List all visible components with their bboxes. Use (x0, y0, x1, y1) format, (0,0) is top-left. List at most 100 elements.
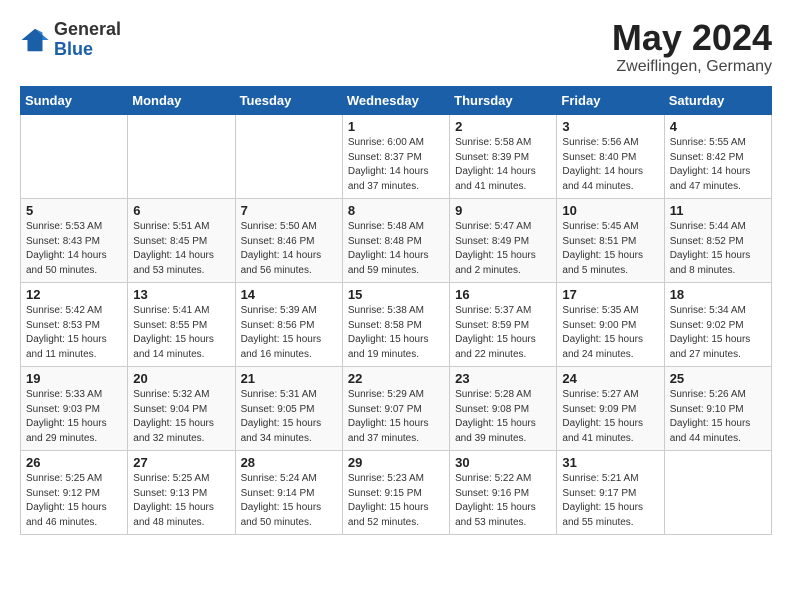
page-header: General Blue May 2024 Zweiflingen, Germa… (20, 20, 772, 76)
header-thursday: Thursday (450, 87, 557, 115)
calendar-cell: 3 Sunrise: 5:56 AM Sunset: 8:40 PM Daylig… (557, 115, 664, 199)
calendar-header-row: Sunday Monday Tuesday Wednesday Thursday… (21, 87, 772, 115)
day-number: 24 (562, 371, 658, 386)
day-info: Sunrise: 5:56 AM Sunset: 8:40 PM Dayligh… (562, 136, 658, 194)
header-monday: Monday (128, 87, 235, 115)
calendar-cell: 22Sunrise: 5:29 AM Sunset: 9:07 PM Dayli… (342, 367, 449, 451)
day-number: 20 (133, 371, 229, 386)
header-tuesday: Tuesday (235, 87, 342, 115)
logo-blue-text: Blue (54, 40, 121, 60)
day-info: Sunrise: 5:28 AM Sunset: 9:08 PM Dayligh… (455, 388, 551, 446)
logo-general-text: General (54, 20, 121, 40)
calendar-cell (235, 115, 342, 199)
header-friday: Friday (557, 87, 664, 115)
day-info: Sunrise: 5:41 AM Sunset: 8:55 PM Dayligh… (133, 304, 229, 362)
day-info: Sunrise: 5:21 AM Sunset: 9:17 PM Dayligh… (562, 472, 658, 530)
calendar-cell: 14 Sunrise: 5:39 AM Sunset: 8:56 PM Dayli… (235, 283, 342, 367)
day-info: Sunrise: 5:25 AM Sunset: 9:12 PM Dayligh… (26, 472, 122, 530)
calendar-cell (664, 451, 771, 535)
day-number: 18 (670, 287, 766, 302)
day-number: 30 (455, 455, 551, 470)
calendar-cell: 4 Sunrise: 5:55 AM Sunset: 8:42 PM Daylig… (664, 115, 771, 199)
day-info: Sunrise: 5:34 AM Sunset: 9:02 PM Dayligh… (670, 304, 766, 362)
calendar-cell: 16 Sunrise: 5:37 AM Sunset: 8:59 PM Dayli… (450, 283, 557, 367)
day-number: 25 (670, 371, 766, 386)
day-info: Sunrise: 5:51 AM Sunset: 8:45 PM Dayligh… (133, 220, 229, 278)
day-number: 16 (455, 287, 551, 302)
day-number: 28 (241, 455, 337, 470)
day-number: 4 (670, 119, 766, 134)
calendar-cell: 15 Sunrise: 5:38 AM Sunset: 8:58 PM Dayli… (342, 283, 449, 367)
calendar-cell: 21Sunrise: 5:31 AM Sunset: 9:05 PM Dayli… (235, 367, 342, 451)
day-number: 19 (26, 371, 122, 386)
calendar-cell: 23 Sunrise: 5:28 AM Sunset: 9:08 PM Dayli… (450, 367, 557, 451)
calendar-table: Sunday Monday Tuesday Wednesday Thursday… (20, 86, 772, 535)
day-number: 8 (348, 203, 444, 218)
day-number: 15 (348, 287, 444, 302)
day-info: Sunrise: 5:22 AM Sunset: 9:16 PM Dayligh… (455, 472, 551, 530)
calendar-cell: 28Sunrise: 5:24 AM Sunset: 9:14 PM Dayli… (235, 451, 342, 535)
day-info: Sunrise: 5:26 AM Sunset: 9:10 PM Dayligh… (670, 388, 766, 446)
day-info: Sunrise: 5:48 AM Sunset: 8:48 PM Dayligh… (348, 220, 444, 278)
calendar-cell: 31 Sunrise: 5:21 AM Sunset: 9:17 PM Dayli… (557, 451, 664, 535)
day-number: 5 (26, 203, 122, 218)
day-info: Sunrise: 5:25 AM Sunset: 9:13 PM Dayligh… (133, 472, 229, 530)
header-sunday: Sunday (21, 87, 128, 115)
day-info: Sunrise: 5:23 AM Sunset: 9:15 PM Dayligh… (348, 472, 444, 530)
day-info: Sunrise: 6:00 AM Sunset: 8:37 PM Dayligh… (348, 136, 444, 194)
day-info: Sunrise: 5:33 AM Sunset: 9:03 PM Dayligh… (26, 388, 122, 446)
calendar-cell: 24 Sunrise: 5:27 AM Sunset: 9:09 PM Dayli… (557, 367, 664, 451)
day-number: 9 (455, 203, 551, 218)
calendar-cell: 7 Sunrise: 5:50 AM Sunset: 8:46 PM Daylig… (235, 199, 342, 283)
day-number: 31 (562, 455, 658, 470)
logo: General Blue (20, 20, 121, 60)
day-info: Sunrise: 5:39 AM Sunset: 8:56 PM Dayligh… (241, 304, 337, 362)
calendar-cell: 19 Sunrise: 5:33 AM Sunset: 9:03 PM Dayli… (21, 367, 128, 451)
location-subtitle: Zweiflingen, Germany (612, 58, 772, 76)
day-number: 12 (26, 287, 122, 302)
day-info: Sunrise: 5:27 AM Sunset: 9:09 PM Dayligh… (562, 388, 658, 446)
day-number: 2 (455, 119, 551, 134)
day-info: Sunrise: 5:55 AM Sunset: 8:42 PM Dayligh… (670, 136, 766, 194)
header-saturday: Saturday (664, 87, 771, 115)
calendar-cell: 29 Sunrise: 5:23 AM Sunset: 9:15 PM Dayli… (342, 451, 449, 535)
calendar-cell (21, 115, 128, 199)
day-number: 14 (241, 287, 337, 302)
day-number: 27 (133, 455, 229, 470)
calendar-week-1: 1Sunrise: 6:00 AM Sunset: 8:37 PM Daylig… (21, 115, 772, 199)
calendar-week-3: 12 Sunrise: 5:42 AM Sunset: 8:53 PM Dayli… (21, 283, 772, 367)
month-year-title: May 2024 (612, 20, 772, 56)
calendar-cell: 17Sunrise: 5:35 AM Sunset: 9:00 PM Dayli… (557, 283, 664, 367)
day-info: Sunrise: 5:45 AM Sunset: 8:51 PM Dayligh… (562, 220, 658, 278)
calendar-week-5: 26Sunrise: 5:25 AM Sunset: 9:12 PM Dayli… (21, 451, 772, 535)
calendar-cell: 8 Sunrise: 5:48 AM Sunset: 8:48 PM Daylig… (342, 199, 449, 283)
day-number: 3 (562, 119, 658, 134)
day-info: Sunrise: 5:29 AM Sunset: 9:07 PM Dayligh… (348, 388, 444, 446)
calendar-cell: 25 Sunrise: 5:26 AM Sunset: 9:10 PM Dayli… (664, 367, 771, 451)
day-number: 6 (133, 203, 229, 218)
logo-text: General Blue (54, 20, 121, 60)
day-info: Sunrise: 5:38 AM Sunset: 8:58 PM Dayligh… (348, 304, 444, 362)
calendar-cell: 27 Sunrise: 5:25 AM Sunset: 9:13 PM Dayli… (128, 451, 235, 535)
day-number: 17 (562, 287, 658, 302)
day-info: Sunrise: 5:31 AM Sunset: 9:05 PM Dayligh… (241, 388, 337, 446)
calendar-cell: 18 Sunrise: 5:34 AM Sunset: 9:02 PM Dayli… (664, 283, 771, 367)
day-number: 13 (133, 287, 229, 302)
calendar-cell: 6 Sunrise: 5:51 AM Sunset: 8:45 PM Daylig… (128, 199, 235, 283)
day-info: Sunrise: 5:50 AM Sunset: 8:46 PM Dayligh… (241, 220, 337, 278)
day-info: Sunrise: 5:37 AM Sunset: 8:59 PM Dayligh… (455, 304, 551, 362)
calendar-cell: 5Sunrise: 5:53 AM Sunset: 8:43 PM Daylig… (21, 199, 128, 283)
calendar-cell: 26Sunrise: 5:25 AM Sunset: 9:12 PM Dayli… (21, 451, 128, 535)
calendar-cell (128, 115, 235, 199)
day-info: Sunrise: 5:42 AM Sunset: 8:53 PM Dayligh… (26, 304, 122, 362)
calendar-cell: 30 Sunrise: 5:22 AM Sunset: 9:16 PM Dayli… (450, 451, 557, 535)
header-wednesday: Wednesday (342, 87, 449, 115)
logo-icon (20, 25, 50, 55)
day-number: 10 (562, 203, 658, 218)
day-number: 29 (348, 455, 444, 470)
day-info: Sunrise: 5:58 AM Sunset: 8:39 PM Dayligh… (455, 136, 551, 194)
day-number: 23 (455, 371, 551, 386)
day-info: Sunrise: 5:32 AM Sunset: 9:04 PM Dayligh… (133, 388, 229, 446)
calendar-cell: 1Sunrise: 6:00 AM Sunset: 8:37 PM Daylig… (342, 115, 449, 199)
day-number: 7 (241, 203, 337, 218)
